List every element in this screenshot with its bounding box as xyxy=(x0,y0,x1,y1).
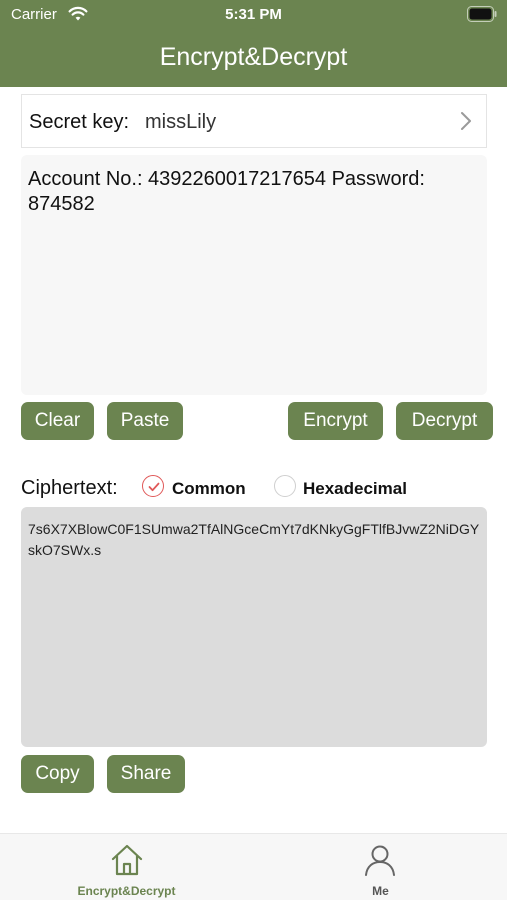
home-icon xyxy=(111,844,143,876)
status-bar: Carrier 5:31 PM xyxy=(0,0,507,30)
person-icon xyxy=(365,845,395,876)
checkmark-icon xyxy=(148,482,160,492)
tab-encrypt-decrypt[interactable]: Encrypt&Decrypt xyxy=(0,834,253,900)
decrypt-button[interactable]: Decrypt xyxy=(396,402,493,440)
share-button[interactable]: Share xyxy=(107,755,185,793)
secret-key-label: Secret key: xyxy=(29,111,130,133)
radio-common-label[interactable]: Common xyxy=(172,479,246,499)
status-time: 5:31 PM xyxy=(225,6,282,23)
clear-button[interactable]: Clear xyxy=(21,402,94,440)
secret-key-row[interactable]: Secret key: missLily xyxy=(21,94,487,148)
nav-header: Carrier 5:31 PM Encrypt&Decrypt xyxy=(0,0,507,87)
ciphertext-output[interactable]: 7s6X7XBlowC0F1SUmwa2TfAlNGceCmYt7dKNkyGg… xyxy=(21,507,487,747)
tab-me-label: Me xyxy=(372,884,389,898)
tab-encrypt-decrypt-label: Encrypt&Decrypt xyxy=(77,884,176,898)
encrypt-button[interactable]: Encrypt xyxy=(288,402,383,440)
chevron-right-icon xyxy=(461,112,471,130)
radio-hexadecimal-label[interactable]: Hexadecimal xyxy=(303,479,407,499)
radio-hexadecimal[interactable] xyxy=(274,475,296,497)
paste-button[interactable]: Paste xyxy=(107,402,183,440)
ciphertext-format-row: Ciphertext: Common Hexadecimal xyxy=(21,475,487,501)
tab-bar: Encrypt&Decrypt Me xyxy=(0,833,507,900)
copy-button[interactable]: Copy xyxy=(21,755,94,793)
page-title: Encrypt&Decrypt xyxy=(159,43,348,71)
ciphertext-label: Ciphertext: xyxy=(21,477,118,499)
tab-me[interactable]: Me xyxy=(254,834,507,900)
secret-key-value: missLily xyxy=(145,111,217,133)
plaintext-input[interactable]: Account No.: 4392260017217654 Password: … xyxy=(21,155,487,395)
radio-common[interactable] xyxy=(142,475,164,497)
battery-icon xyxy=(467,6,497,22)
